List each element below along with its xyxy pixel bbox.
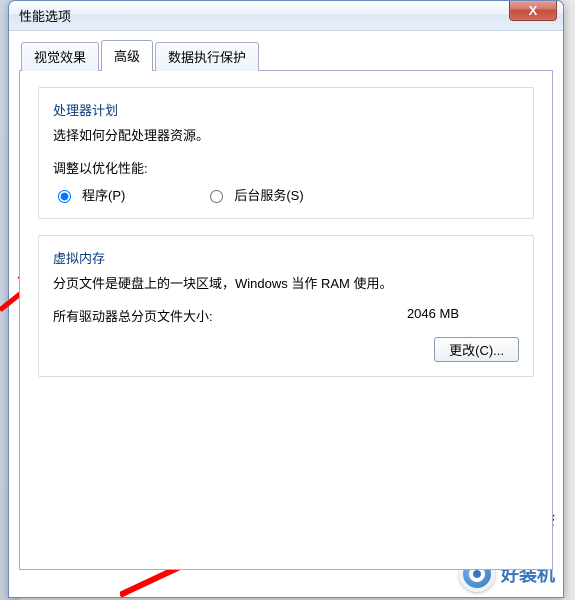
close-button[interactable]: X [509, 1, 557, 21]
tab-dep[interactable]: 数据执行保护 [155, 42, 259, 71]
window-title: 性能选项 [19, 6, 71, 25]
titlebar[interactable]: 性能选项 X [9, 1, 563, 31]
tabpanel-advanced: 处理器计划 选择如何分配处理器资源。 调整以优化性能: 程序(P) 后台服务(S… [19, 70, 553, 570]
change-button[interactable]: 更改(C)... [434, 337, 519, 362]
radio-programs-label: 程序(P) [82, 185, 125, 204]
vm-total-value: 2046 MB [407, 306, 459, 325]
tab-label: 视觉效果 [34, 50, 86, 65]
tab-label: 数据执行保护 [168, 50, 246, 65]
performance-options-dialog: 性能选项 X 视觉效果 高级 数据执行保护 处理器计划 选择如何分配处理器资源。… [8, 0, 564, 598]
group-virtual-memory: 虚拟内存 分页文件是硬盘上的一块区域，Windows 当作 RAM 使用。 所有… [38, 235, 534, 377]
tab-visual-effects[interactable]: 视觉效果 [21, 42, 99, 71]
vm-desc: 分页文件是硬盘上的一块区域，Windows 当作 RAM 使用。 [53, 273, 519, 292]
group-caption: 虚拟内存 [53, 248, 519, 267]
radio-background-services[interactable] [210, 190, 223, 203]
vm-total-label: 所有驱动器总分页文件大小: [53, 306, 213, 325]
radio-services-label: 后台服务(S) [234, 185, 303, 204]
radio-programs[interactable] [58, 190, 71, 203]
processor-desc: 选择如何分配处理器资源。 [53, 125, 519, 144]
tab-advanced[interactable]: 高级 [101, 40, 153, 71]
adjust-label: 调整以优化性能: [53, 158, 519, 177]
group-processor-scheduling: 处理器计划 选择如何分配处理器资源。 调整以优化性能: 程序(P) 后台服务(S… [38, 87, 534, 219]
group-caption: 处理器计划 [53, 100, 519, 119]
close-icon: X [529, 3, 538, 18]
change-button-label: 更改(C)... [449, 343, 504, 358]
tab-strip: 视觉效果 高级 数据执行保护 [21, 39, 553, 70]
tab-label: 高级 [114, 49, 140, 64]
